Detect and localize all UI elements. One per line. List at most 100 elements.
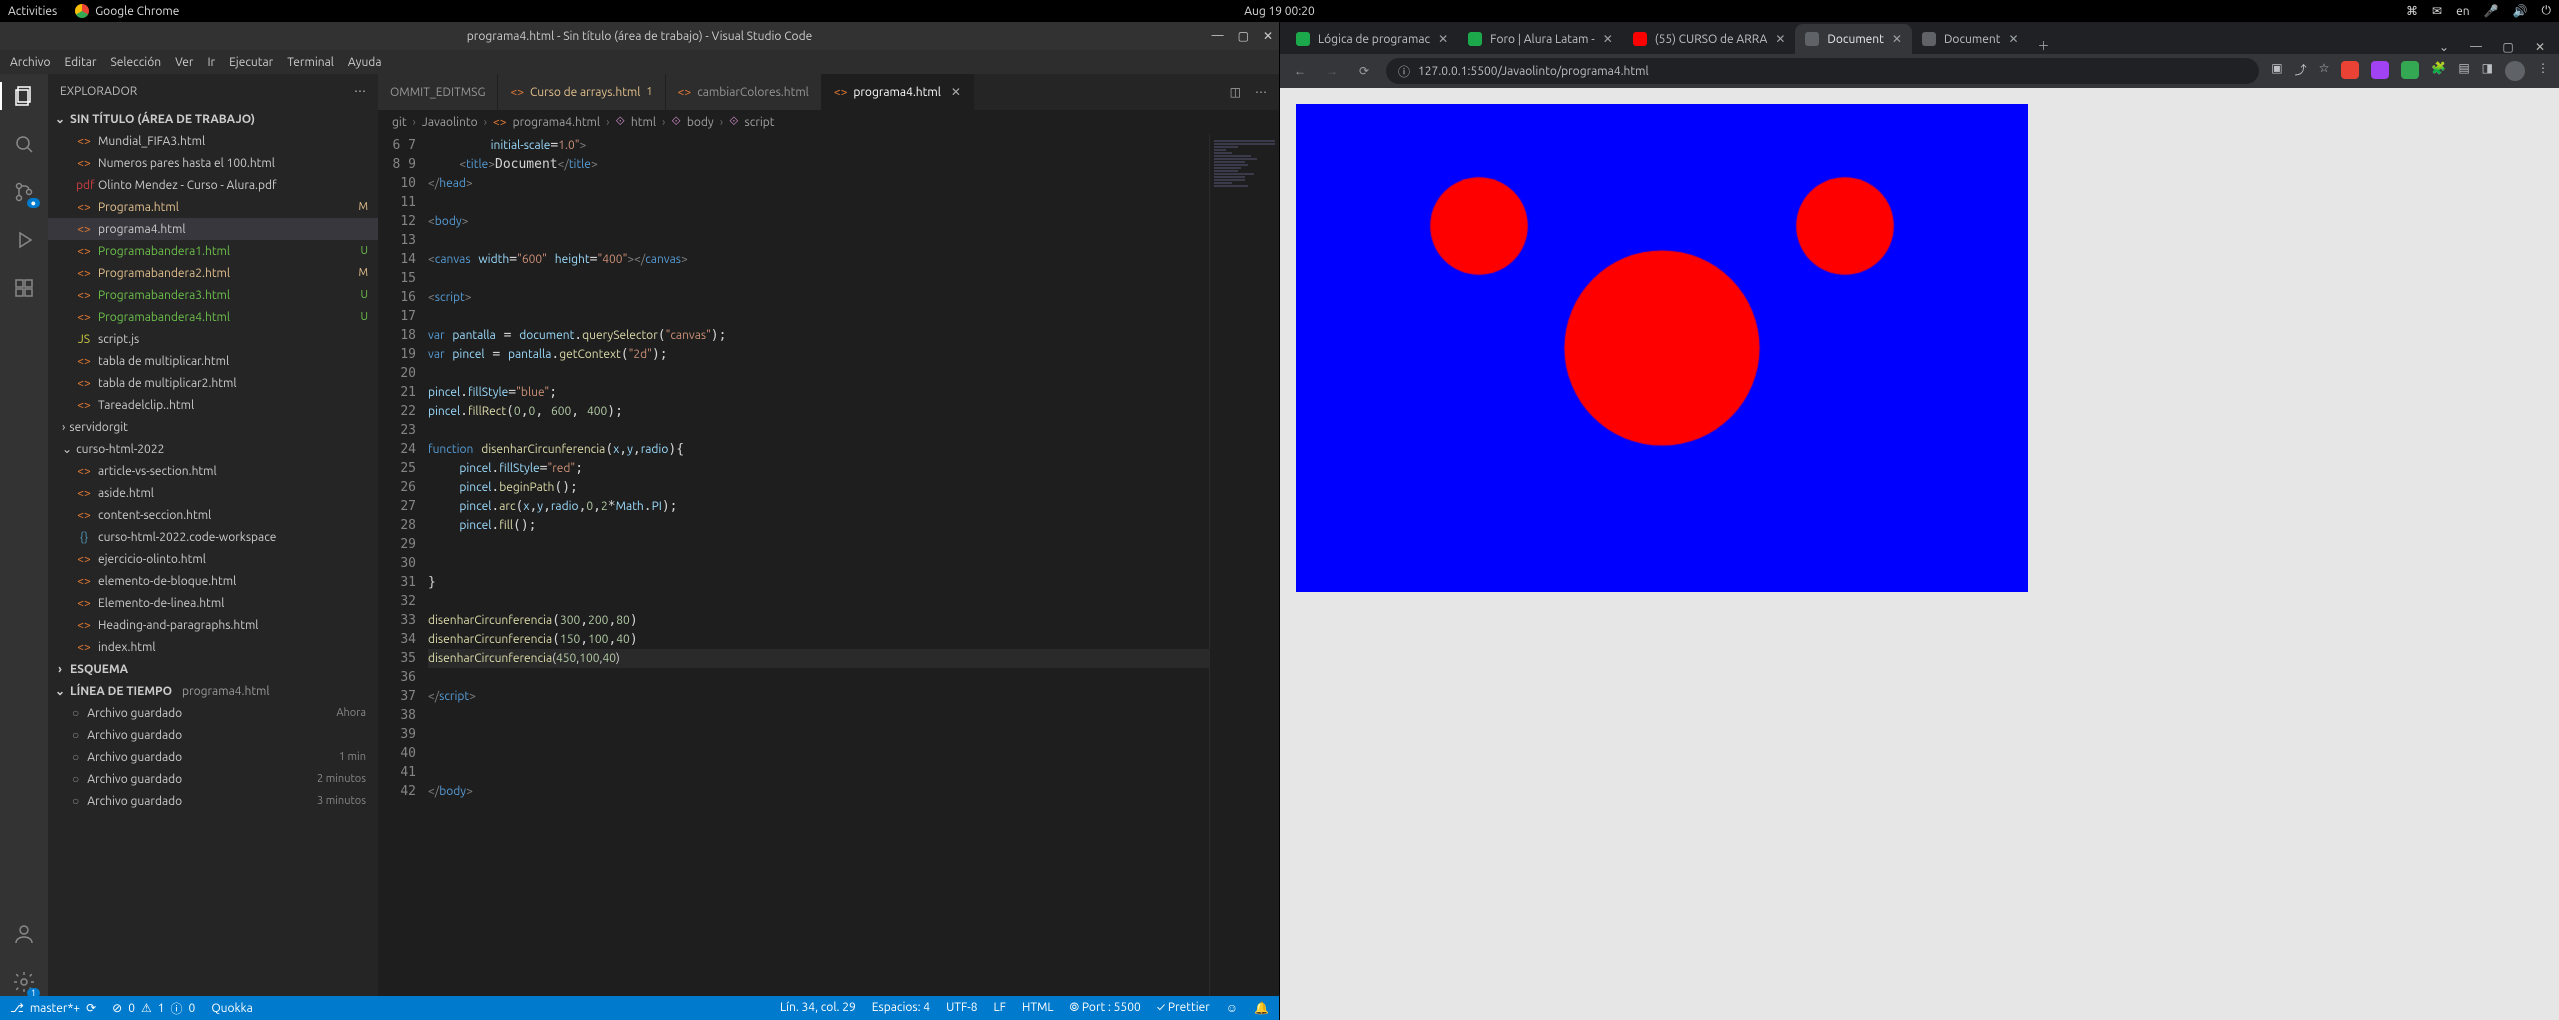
site-info-icon[interactable]: ⓘ — [1398, 63, 1410, 80]
close-icon[interactable]: ✕ — [2008, 32, 2018, 46]
file-item[interactable]: <>programa4.html — [48, 218, 378, 240]
mic-icon[interactable]: 🎤 — [2484, 4, 2499, 18]
browser-tab[interactable]: Foro | Alura Latam -✕ — [1458, 24, 1623, 54]
maximize-button[interactable]: ▢ — [1238, 29, 1249, 43]
file-item[interactable]: <>content-seccion.html — [48, 504, 378, 526]
tab-commit-editmsg[interactable]: OMMIT_EDITMSG — [378, 74, 498, 110]
close-icon[interactable]: ✕ — [951, 85, 961, 99]
close-icon[interactable]: ✕ — [1438, 32, 1448, 46]
file-item[interactable]: <>Programa.htmlM — [48, 196, 378, 218]
cast-icon[interactable]: ▣ — [2271, 61, 2282, 81]
code-editor[interactable]: initial-scale=1.0"> <title>Document</tit… — [428, 134, 1209, 996]
timeline-item[interactable]: ○Archivo guardadoAhora — [48, 702, 378, 724]
browser-tab[interactable]: Lógica de programac✕ — [1286, 24, 1458, 54]
explorer-more-icon[interactable]: ⋯ — [354, 84, 366, 98]
more-icon[interactable]: ⋯ — [1255, 85, 1267, 99]
menu-ejecutar[interactable]: Ejecutar — [229, 56, 273, 69]
file-item[interactable]: <>ejercicio-olinto.html — [48, 548, 378, 570]
extensions-menu-icon[interactable]: 🧩 — [2431, 61, 2446, 81]
feedback-icon[interactable]: ☺ — [1226, 1001, 1238, 1015]
extension-icon[interactable] — [2341, 61, 2359, 79]
reading-list-icon[interactable]: ▤ — [2458, 61, 2469, 81]
minimize-button[interactable]: ― — [2463, 40, 2489, 54]
browser-tab[interactable]: Document✕ — [1912, 24, 2029, 54]
forward-button[interactable]: → — [1322, 64, 1342, 78]
file-item[interactable]: pdfOlinto Mendez - Curso - Alura.pdf — [48, 174, 378, 196]
browser-tab[interactable]: (55) CURSO de ARRA✕ — [1623, 24, 1796, 54]
file-item[interactable]: <>Numeros pares hasta el 100.html — [48, 152, 378, 174]
timeline-item[interactable]: ○Archivo guardado2 minutos — [48, 768, 378, 790]
tab-cambiar-colores[interactable]: <>cambiarColores.html — [666, 74, 822, 110]
activities-button[interactable]: Activities — [8, 5, 57, 18]
menu-archivo[interactable]: Archivo — [10, 56, 51, 69]
git-branch[interactable]: ⎇master*+⟳ — [10, 1001, 96, 1015]
menu-seleccion[interactable]: Selección — [110, 56, 161, 69]
file-item[interactable]: <>Programabandera4.htmlU — [48, 306, 378, 328]
language-mode[interactable]: HTML — [1022, 1001, 1054, 1015]
search-icon[interactable] — [10, 130, 38, 158]
encoding-status[interactable]: UTF-8 — [946, 1001, 977, 1015]
close-icon[interactable]: ✕ — [1603, 32, 1613, 46]
file-item[interactable]: JSscript.js — [48, 328, 378, 350]
file-item[interactable]: <>elemento-de-bloque.html — [48, 570, 378, 592]
live-server-status[interactable]: ⦾ Port : 5500 — [1070, 1001, 1141, 1015]
file-item[interactable]: <>aside.html — [48, 482, 378, 504]
share-icon[interactable]: ⤴ — [2295, 61, 2307, 81]
file-item[interactable]: <>Programabandera2.htmlM — [48, 262, 378, 284]
breadcrumb[interactable]: git› Javaolinto› <>programa4.html› ⟐html… — [378, 110, 1279, 134]
menu-ayuda[interactable]: Ayuda — [348, 56, 382, 69]
reload-button[interactable]: ⟳ — [1354, 64, 1374, 78]
tab-curso-arrays[interactable]: <>Curso de arrays.html1 — [498, 74, 665, 110]
chrome-menu-icon[interactable]: ⋮ — [2537, 61, 2549, 81]
back-button[interactable]: ← — [1290, 64, 1310, 78]
extension-icon[interactable] — [2401, 61, 2419, 79]
esquema-header[interactable]: › ESQUEMA — [48, 658, 378, 680]
tab-programa4[interactable]: <>programa4.html✕ — [822, 74, 974, 110]
browser-tab[interactable]: Document✕ — [1795, 24, 1912, 54]
menu-ir[interactable]: Ir — [207, 56, 215, 69]
problems-status[interactable]: ⊘0⚠1ⓘ0 — [112, 1000, 195, 1017]
menu-ver[interactable]: Ver — [175, 56, 193, 69]
bell-icon[interactable]: 🔔 — [1254, 1001, 1269, 1015]
indent-status[interactable]: Espacios: 4 — [872, 1001, 930, 1015]
cursor-position[interactable]: Lín. 34, col. 29 — [780, 1001, 856, 1015]
file-item[interactable]: <>Tareadelclip..html — [48, 394, 378, 416]
clock[interactable]: Aug 19 00:20 — [1244, 5, 1315, 18]
sync-icon[interactable]: ⟳ — [86, 1001, 96, 1015]
file-item[interactable]: <>Programabandera3.htmlU — [48, 284, 378, 306]
prettier-status[interactable]: ✓ Prettier — [1157, 1001, 1210, 1015]
folder-curso-html[interactable]: ⌄curso-html-2022 — [48, 438, 378, 460]
timeline-item[interactable]: ○Archivo guardado3 minutos — [48, 790, 378, 812]
file-item[interactable]: <>Mundial_FIFA3.html — [48, 130, 378, 152]
file-item[interactable]: <>tabla de multiplicar.html — [48, 350, 378, 372]
minimap[interactable] — [1209, 134, 1279, 996]
file-item[interactable]: <>article-vs-section.html — [48, 460, 378, 482]
mail-icon[interactable]: ✉ — [2432, 4, 2442, 18]
power-icon[interactable]: ⏻ — [2542, 4, 2552, 18]
new-tab-button[interactable]: ＋ — [2029, 37, 2059, 54]
chevron-down-icon[interactable]: ⌄ — [2431, 40, 2457, 54]
timeline-item[interactable]: ○Archivo guardado1 min — [48, 746, 378, 768]
minimize-button[interactable]: ― — [1212, 29, 1224, 43]
menu-editar[interactable]: Editar — [65, 56, 97, 69]
run-debug-icon[interactable] — [10, 226, 38, 254]
quokka-status[interactable]: Quokka — [211, 1002, 252, 1015]
folder-servidorgit[interactable]: ›servidorgit — [48, 416, 378, 438]
volume-icon[interactable]: 🔊 — [2513, 4, 2528, 18]
discord-icon[interactable]: ⌘ — [2406, 4, 2418, 18]
address-bar[interactable]: ⓘ 127.0.0.1:5500/Javaolinto/programa4.ht… — [1386, 58, 2259, 84]
account-icon[interactable] — [10, 920, 38, 948]
file-item[interactable]: {}curso-html-2022.code-workspace — [48, 526, 378, 548]
file-item[interactable]: <>Elemento-de-linea.html — [48, 592, 378, 614]
timeline-item[interactable]: ○Archivo guardado — [48, 724, 378, 746]
profile-avatar[interactable] — [2505, 61, 2525, 81]
extension-icon[interactable] — [2371, 61, 2389, 79]
extensions-icon[interactable] — [10, 274, 38, 302]
split-editor-icon[interactable]: ◫ — [1230, 85, 1241, 99]
menu-terminal[interactable]: Terminal — [287, 56, 334, 69]
file-item[interactable]: <>Programabandera1.htmlU — [48, 240, 378, 262]
close-icon[interactable]: ✕ — [1892, 32, 1902, 46]
close-icon[interactable]: ✕ — [1775, 32, 1785, 46]
workspace-header[interactable]: ⌄ SIN TÍTULO (ÁREA DE TRABAJO) — [48, 108, 378, 130]
app-menu[interactable]: Google Chrome — [75, 4, 179, 18]
